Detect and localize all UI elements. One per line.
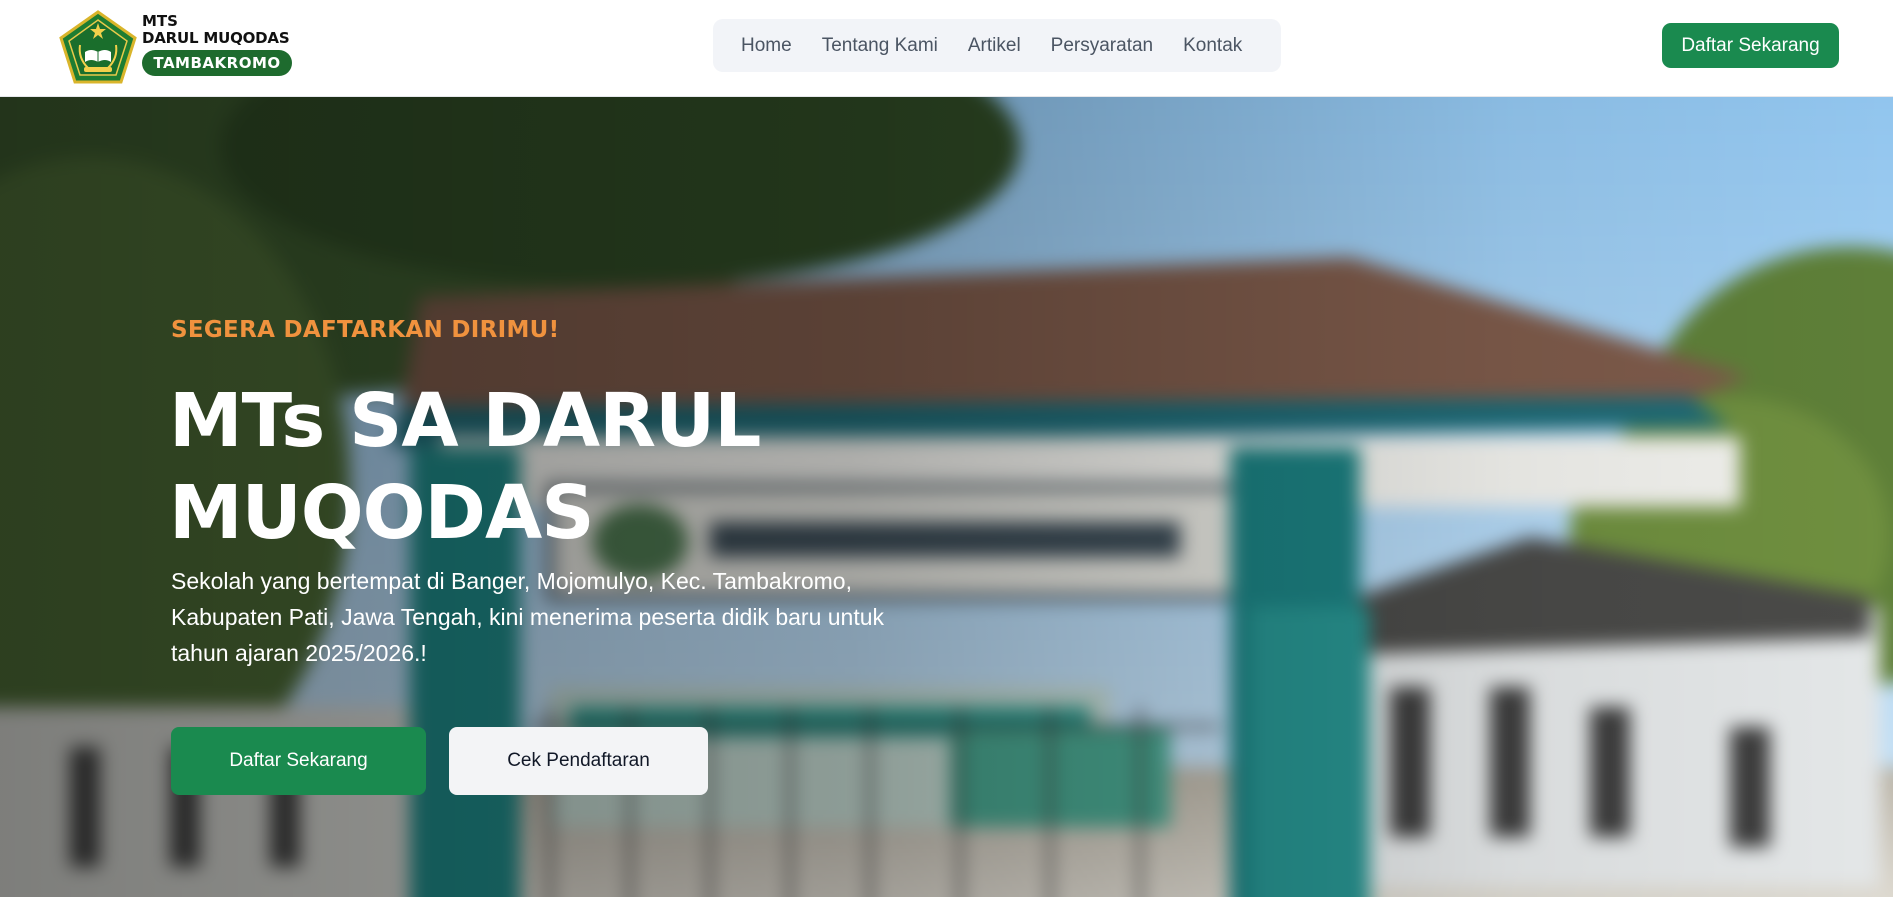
site-header: MTS DARUL MUQODAS TAMBAKROMO Home Tentan…: [0, 0, 1893, 97]
nav-item-home[interactable]: Home: [741, 35, 792, 57]
site-logo[interactable]: MTS DARUL MUQODAS TAMBAKROMO: [58, 10, 298, 84]
nav-item-kontak[interactable]: Kontak: [1183, 35, 1242, 57]
hero-title: MTs SA DARUL MUQODAS: [169, 378, 761, 556]
hero-description: Sekolah yang bertempat di Banger, Mojomu…: [171, 568, 885, 666]
main-nav: Home Tentang Kami Artikel Persyaratan Ko…: [713, 19, 1281, 72]
kemenag-emblem-icon: [59, 10, 137, 84]
logo-location-badge: TAMBAKROMO: [142, 50, 292, 76]
header-register-button[interactable]: Daftar Sekarang: [1662, 23, 1839, 68]
logo-text-line2: DARUL MUQODAS: [142, 29, 290, 47]
logo-text-line1: MTS: [142, 12, 178, 30]
nav-item-artikel[interactable]: Artikel: [968, 35, 1021, 57]
check-registration-button[interactable]: Cek Pendaftaran: [449, 727, 708, 795]
nav-item-tentang-kami[interactable]: Tentang Kami: [822, 35, 938, 57]
hero-section: SEGERA DAFTARKAN DIRIMU! MTs SA DARUL MU…: [0, 97, 1893, 897]
register-button[interactable]: Daftar Sekarang: [171, 727, 426, 795]
nav-item-persyaratan[interactable]: Persyaratan: [1051, 35, 1153, 57]
hero-eyebrow: SEGERA DAFTARKAN DIRIMU!: [171, 317, 560, 343]
